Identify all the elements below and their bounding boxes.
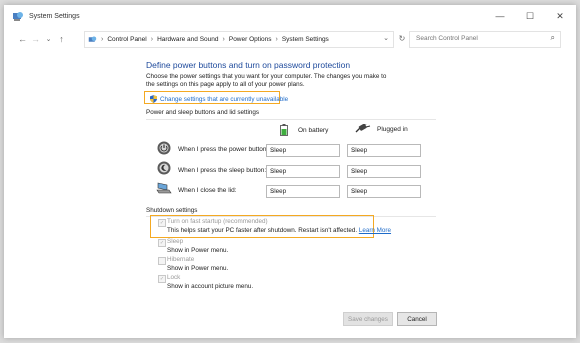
- control-panel-icon: [13, 12, 23, 21]
- search-input[interactable]: [414, 34, 538, 43]
- back-arrow-icon[interactable]: ←: [16, 34, 29, 44]
- close-lid-label: When I close the lid:: [178, 187, 237, 194]
- power-button-plugged-select[interactable]: Sleep ⌄: [347, 144, 421, 157]
- fast-startup-desc-text: This helps start your PC faster after sh…: [167, 227, 358, 234]
- sleep-option-description: Show in Power menu.: [167, 247, 229, 254]
- hibernate-option-label: Hibernate: [167, 256, 195, 263]
- close-lid-plugged-select[interactable]: Sleep ⌄: [347, 185, 421, 198]
- maximize-button[interactable]: ☐: [515, 5, 545, 27]
- window-title: System Settings: [29, 12, 80, 20]
- col-plugged-in: Plugged in: [355, 124, 408, 134]
- chevron-down-icon: ⌄: [351, 147, 357, 154]
- battery-icon: [280, 124, 288, 136]
- lock-option-checkbox[interactable]: ✓: [158, 275, 166, 283]
- save-changes-button[interactable]: Save changes: [343, 312, 393, 326]
- sleep-button-icon: [157, 161, 171, 175]
- refresh-icon[interactable]: ↻: [395, 31, 409, 46]
- power-button-icon: [157, 141, 171, 155]
- chevron-down-icon: ⌄: [270, 168, 276, 175]
- breadcrumb-control-panel[interactable]: Control Panel: [107, 36, 146, 43]
- change-settings-link[interactable]: Change settings that are currently unava…: [150, 95, 288, 103]
- section-divider: [146, 119, 436, 120]
- breadcrumb-separator: ›: [150, 36, 154, 43]
- page-title: Define power buttons and turn on passwor…: [146, 60, 351, 70]
- col-plugged-in-label: Plugged in: [377, 125, 408, 133]
- up-arrow-icon[interactable]: ↑: [55, 34, 68, 44]
- hibernate-option-description: Show in Power menu.: [167, 265, 229, 272]
- close-button[interactable]: ✕: [545, 5, 575, 27]
- minimize-button[interactable]: —: [485, 5, 515, 27]
- search-box[interactable]: ⌕: [409, 31, 561, 48]
- close-lid-battery-select[interactable]: Sleep ⌄: [266, 185, 340, 198]
- sleep-button-label: When I press the sleep button:: [178, 167, 267, 174]
- breadcrumb[interactable]: › Control Panel › Hardware and Sound › P…: [84, 31, 394, 48]
- power-section-title: Power and sleep buttons and lid settings: [146, 109, 260, 116]
- cancel-button[interactable]: Cancel: [397, 312, 437, 326]
- fast-startup-description: This helps start your PC faster after sh…: [167, 227, 391, 234]
- power-button-label: When I press the power button:: [178, 146, 269, 153]
- laptop-lid-icon: [156, 182, 172, 194]
- address-bar: ← → ⌄ ↑ › Control Panel › Hardware and S…: [4, 29, 576, 49]
- chevron-down-icon: ⌄: [270, 188, 276, 195]
- breadcrumb-power-options[interactable]: Power Options: [229, 36, 272, 43]
- uac-shield-icon: [150, 95, 157, 103]
- page-description: Choose the power settings that you want …: [146, 73, 387, 88]
- power-button-battery-select[interactable]: Sleep ⌄: [266, 144, 340, 157]
- breadcrumb-hardware-and-sound[interactable]: Hardware and Sound: [157, 36, 218, 43]
- chevron-down-icon: ⌄: [270, 147, 276, 154]
- breadcrumb-system-settings[interactable]: System Settings: [282, 36, 329, 43]
- sleep-button-battery-select[interactable]: Sleep ⌄: [266, 165, 340, 178]
- col-on-battery-label: On battery: [298, 126, 329, 134]
- recent-locations-icon[interactable]: ⌄: [42, 35, 55, 43]
- breadcrumb-separator: ›: [101, 36, 104, 43]
- system-settings-window: System Settings — ☐ ✕ ← → ⌄ ↑ › Control …: [4, 5, 576, 338]
- learn-more-link[interactable]: Learn More: [359, 227, 391, 234]
- power-plug-icon: [355, 124, 371, 133]
- breadcrumb-separator: ›: [275, 36, 278, 43]
- sleep-button-plugged-select[interactable]: Sleep ⌄: [347, 165, 421, 178]
- fast-startup-checkbox[interactable]: ✓: [158, 219, 166, 227]
- chevron-down-icon: ⌄: [351, 188, 357, 195]
- fast-startup-label: Turn on fast startup (recommended): [167, 218, 268, 225]
- control-panel-small-icon: [88, 36, 97, 42]
- breadcrumb-separator: ›: [222, 36, 225, 43]
- sleep-option-label: Sleep: [167, 238, 184, 245]
- forward-arrow-icon[interactable]: →: [29, 34, 42, 44]
- shutdown-section-title: Shutdown settings: [146, 207, 198, 214]
- lock-option-description: Show in account picture menu.: [167, 283, 254, 290]
- lock-option-label: Lock: [167, 274, 181, 281]
- change-settings-label[interactable]: Change settings that are currently unava…: [160, 96, 288, 103]
- col-on-battery: On battery: [280, 124, 328, 136]
- hibernate-option-checkbox[interactable]: [158, 257, 166, 265]
- chevron-down-icon[interactable]: ⌄: [383, 34, 389, 42]
- search-icon[interactable]: ⌕: [551, 33, 555, 43]
- sleep-option-checkbox[interactable]: ✓: [158, 239, 166, 247]
- chevron-down-icon: ⌄: [351, 168, 357, 175]
